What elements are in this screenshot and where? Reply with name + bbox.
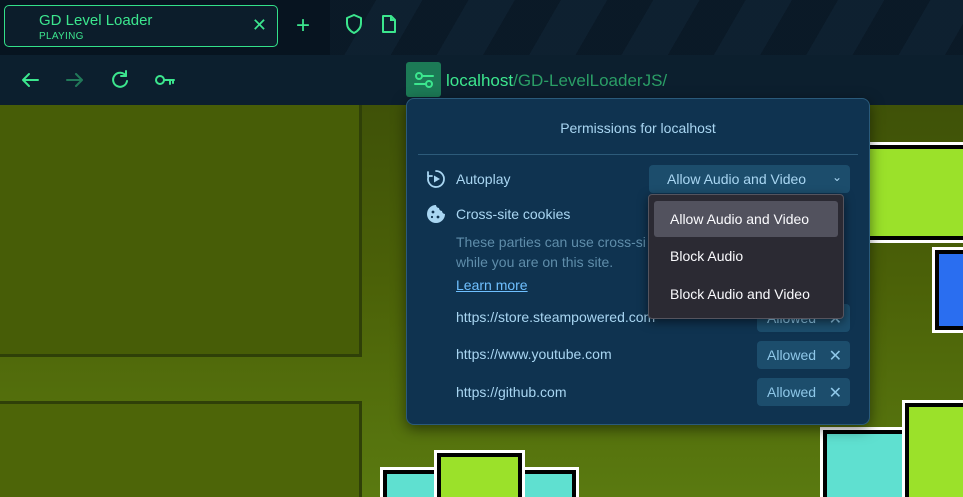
passwords-button[interactable] [152,67,178,93]
key-icon [155,75,175,85]
autoplay-select[interactable]: Allow Audio and Video ⌄ [649,165,850,193]
site-url: https://www.youtube.com [456,346,612,362]
background-tile [0,401,362,497]
remove-icon[interactable]: ✕ [829,346,842,366]
cross-site-cookies-label: Cross-site cookies [456,206,571,222]
url-host: localhost [446,71,514,90]
game-sprite [932,247,963,333]
site-url: https://store.steampowered.com [456,309,656,325]
forward-button[interactable] [62,67,88,93]
autoplay-label: Autoplay [456,171,511,187]
page-icon [382,15,396,33]
tab-gd-level-loader[interactable]: GD Level Loader PLAYING ✕ [4,5,278,47]
game-sprite [863,142,963,243]
back-arrow-icon [22,73,39,87]
shield-icon [346,14,362,34]
tabstrip-background [330,0,963,55]
chevron-down-icon: ⌄ [831,170,842,184]
back-button[interactable] [17,67,43,93]
autoplay-select-value: Allow Audio and Video [667,171,807,187]
option-block-audio-video[interactable]: Block Audio and Video [654,276,838,312]
reload-button[interactable] [107,67,133,93]
tab-title: GD Level Loader [39,12,153,29]
tracking-protection-button[interactable] [342,12,366,36]
allowed-badge[interactable]: Allowed ✕ [757,378,850,406]
site-url: https://github.com [456,384,567,400]
site-info-button[interactable] [377,12,401,36]
close-tab-icon[interactable]: ✕ [252,16,267,34]
learn-more-link[interactable]: Learn more [456,277,528,293]
divider [418,154,858,155]
reload-icon [112,70,128,88]
permissions-button[interactable] [406,62,441,97]
address-bar-url[interactable]: localhost/GD-LevelLoaderJS/ [446,71,667,91]
tab-status: PLAYING [39,31,84,42]
url-path: /GD-LevelLoaderJS/ [513,71,668,90]
autoplay-icon [427,170,445,188]
option-allow-audio-video[interactable]: Allow Audio and Video [654,201,838,237]
tab-strip: GD Level Loader PLAYING ✕ + [0,0,963,55]
new-tab-button[interactable]: + [296,14,310,38]
cookies-description: These parties can use cross-si while you… [456,234,646,270]
cookie-icon [427,205,445,223]
autoplay-dropdown-menu: Allow Audio and Video Block Audio Block … [648,194,844,319]
forward-arrow-icon [66,73,83,87]
permissions-sliders-icon [413,71,434,88]
option-block-audio[interactable]: Block Audio [654,238,838,274]
game-sprite [902,400,963,497]
game-sprite [434,450,525,497]
remove-icon[interactable]: ✕ [829,383,842,403]
allowed-badge[interactable]: Allowed ✕ [757,341,850,369]
panel-title: Permissions for localhost [560,120,716,136]
background-tile [0,105,362,357]
allowed-status: Allowed [767,384,817,400]
allowed-status: Allowed [767,347,817,363]
